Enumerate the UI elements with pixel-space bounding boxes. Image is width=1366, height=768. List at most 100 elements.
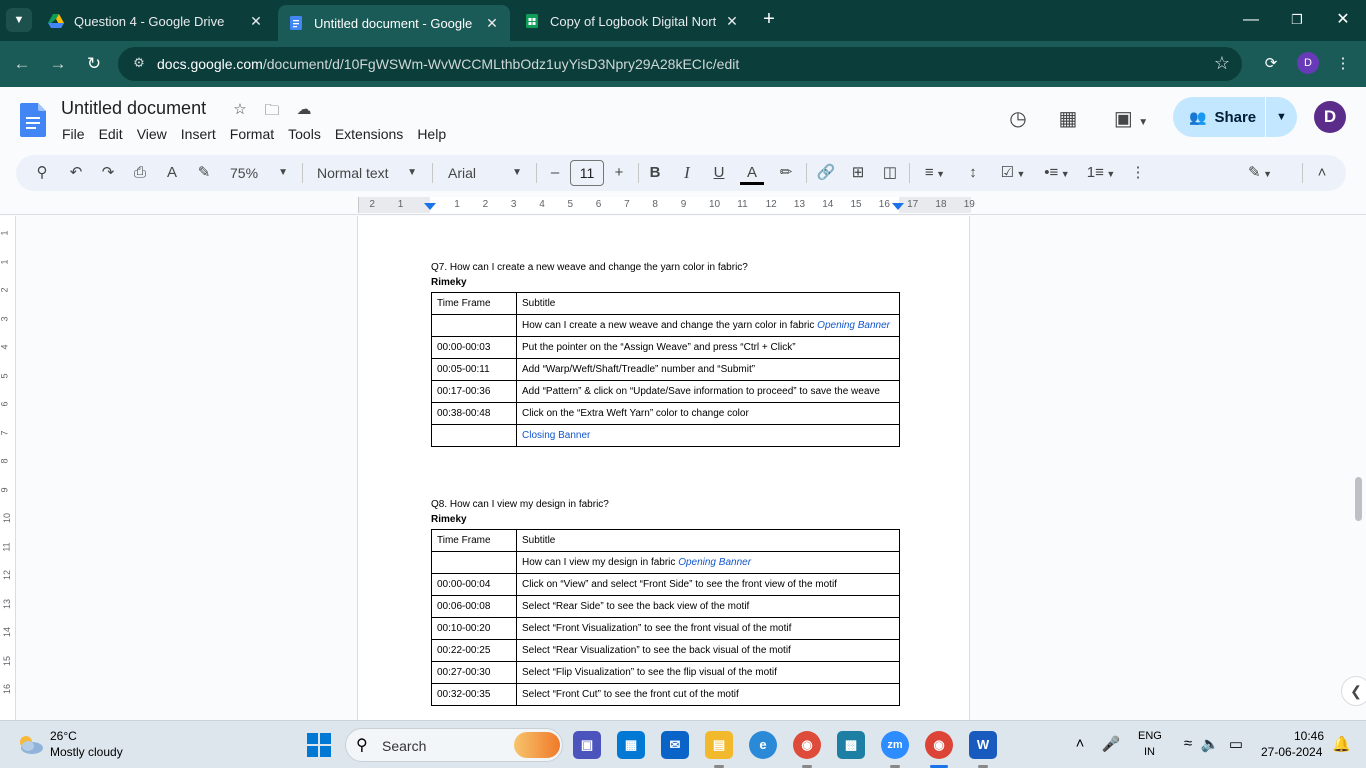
table-row[interactable]: 00:32-00:35 Select “Front Cut” to see th… — [431, 683, 900, 706]
chrome-profile-icon[interactable]: ◉ — [793, 731, 821, 759]
menu-format[interactable]: Format — [223, 124, 281, 144]
q8-question[interactable]: Q8. How can I view my design in fabric? — [431, 499, 609, 510]
chrome-active-icon[interactable]: ◉ — [925, 731, 953, 759]
site-info-icon[interactable]: ⚙ — [130, 55, 148, 73]
line-spacing-icon[interactable]: ↕ — [962, 161, 984, 185]
menu-help[interactable]: Help — [410, 124, 453, 144]
table-row[interactable]: Closing Banner — [431, 424, 900, 447]
weather-temperature[interactable]: 26°C — [50, 729, 77, 743]
spellcheck-icon[interactable]: A​ — [161, 161, 183, 185]
table-cell[interactable]: Closing Banner — [516, 424, 900, 447]
taskbar-search-box[interactable]: ⚲ Search — [345, 728, 563, 762]
comments-icon[interactable]: ▦ — [1054, 106, 1082, 132]
show-hidden-icons-chevron-icon[interactable]: ˄ — [1069, 735, 1091, 752]
table-row[interactable]: Time Frame Subtitle — [431, 292, 900, 315]
tab-google-drive[interactable]: Question 4 - Google Drive ✕ — [38, 5, 274, 37]
more-options-icon[interactable]: ⋮ — [1128, 161, 1148, 185]
version-history-icon[interactable]: ◷ — [1004, 106, 1032, 132]
browser-menu-icon[interactable]: ⋮ — [1331, 52, 1355, 76]
edge-browser-icon[interactable]: e — [749, 731, 777, 759]
vertical-scrollbar[interactable] — [1350, 216, 1366, 720]
document-canvas[interactable]: Q7. How can I create a new weave and cha… — [16, 216, 1350, 720]
battery-icon[interactable]: ▭ — [1225, 735, 1247, 753]
table-cell[interactable]: Put the pointer on the “Assign Weave” an… — [516, 336, 900, 359]
wifi-icon[interactable]: ≈ — [1177, 735, 1199, 752]
insert-link-icon[interactable]: 🔗 — [815, 161, 837, 185]
q7-subtitle-table[interactable]: Time Frame Subtitle How can I create a n… — [431, 292, 900, 447]
decrease-font-size-icon[interactable]: – — [545, 161, 565, 185]
close-icon[interactable]: ✕ — [724, 13, 740, 30]
table-cell[interactable]: 00:00-00:04 — [431, 573, 517, 596]
editing-mode-icon[interactable]: ✎ ▼ — [1240, 161, 1280, 185]
reload-icon[interactable]: ↻ — [81, 51, 107, 77]
table-cell[interactable]: Select “Rear Side” to see the back view … — [516, 595, 900, 618]
bold-icon[interactable]: B — [644, 161, 666, 185]
tab-search-chevron-icon[interactable]: ▼ — [6, 8, 32, 32]
windows-start-icon[interactable] — [307, 733, 331, 757]
menu-extensions[interactable]: Extensions — [328, 124, 410, 144]
q7-question[interactable]: Q7. How can I create a new weave and cha… — [431, 262, 748, 273]
table-row[interactable]: 00:38-00:48 Click on the “Extra Weft Yar… — [431, 402, 900, 425]
table-cell[interactable]: Add “Warp/Weft/Shaft/Treadle” number and… — [516, 358, 900, 381]
vertical-ruler[interactable]: 1 1 2 3 4 5 6 7 8 9 10 11 12 13 14 15 16 — [0, 216, 16, 720]
table-header-cell[interactable]: Time Frame — [431, 529, 517, 552]
move-folder-icon[interactable]: 🗀 — [262, 100, 282, 120]
side-panel-toggle-chevron-icon[interactable]: ❮ — [1341, 676, 1366, 706]
insert-image-icon[interactable]: ◫ — [879, 161, 901, 185]
table-row[interactable]: 00:17-00:36 Add “Pattern” & click on “Up… — [431, 380, 900, 403]
checklist-icon[interactable]: ☑ ▼ — [996, 161, 1030, 185]
table-cell[interactable]: Add “Pattern” & click on “Update/Save in… — [516, 380, 900, 403]
table-cell[interactable]: 00:38-00:48 — [431, 402, 517, 425]
document-page[interactable]: Q7. How can I create a new weave and cha… — [357, 216, 970, 720]
table-cell[interactable]: 00:06-00:08 — [431, 595, 517, 618]
table-header-cell[interactable]: Subtitle — [516, 292, 900, 315]
notification-bell-icon[interactable]: 🔔 — [1332, 735, 1351, 753]
word-icon[interactable]: W — [969, 731, 997, 759]
tab-untitled-document[interactable]: Untitled document - Google Do ✕ — [278, 5, 510, 41]
back-icon[interactable]: ← — [9, 51, 35, 77]
font-size-input[interactable]: 11 — [570, 160, 604, 186]
zoom-select[interactable]: 75% ▼ — [230, 161, 288, 185]
restore-icon[interactable]: ❐ — [1274, 6, 1320, 34]
table-cell[interactable]: 00:22-00:25 — [431, 639, 517, 662]
font-family-select[interactable]: Arial ▼ — [448, 161, 522, 185]
table-header-cell[interactable]: Subtitle — [516, 529, 900, 552]
table-cell[interactable]: 00:32-00:35 — [431, 683, 517, 706]
bulleted-list-icon[interactable]: •≡ ▼ — [1040, 161, 1074, 185]
highlight-color-icon[interactable]: ✏ — [775, 161, 797, 185]
search-menus-icon[interactable]: ⚲ — [31, 161, 53, 185]
teams-meet-icon[interactable]: ▣ — [573, 731, 601, 759]
numbered-list-icon[interactable]: 1≡ ▼ — [1084, 161, 1118, 185]
url-text[interactable]: docs.google.com/document/d/10FgWSWm-WvWC… — [157, 56, 739, 72]
cloud-weather-icon[interactable] — [16, 733, 44, 755]
clock-time[interactable]: 10:46 — [1294, 729, 1324, 743]
cloud-saved-icon[interactable]: ☁ — [294, 100, 314, 120]
menu-file[interactable]: File — [55, 124, 92, 144]
share-dropdown-icon[interactable]: ▼ — [1266, 111, 1297, 123]
browser-profile-avatar[interactable]: D — [1297, 52, 1319, 74]
new-tab-icon[interactable]: + — [758, 8, 780, 32]
table-header-cell[interactable]: Time Frame — [431, 292, 517, 315]
desktop-app-icon[interactable]: ▩ — [837, 731, 865, 759]
table-cell[interactable]: Select “Flip Visualization” to see the f… — [516, 661, 900, 684]
table-cell[interactable]: Click on the “Extra Weft Yarn” color to … — [516, 402, 900, 425]
hide-menus-chevron-up-icon[interactable]: ˄ — [1311, 161, 1333, 185]
table-row[interactable]: 00:27-00:30 Select “Flip Visualization” … — [431, 661, 900, 684]
text-color-icon[interactable]: A — [739, 161, 765, 185]
table-cell[interactable]: 00:17-00:36 — [431, 380, 517, 403]
table-cell[interactable]: Select “Rear Visualization” to see the b… — [516, 639, 900, 662]
table-cell[interactable]: 00:27-00:30 — [431, 661, 517, 684]
tab-logbook-sheet[interactable]: Copy of Logbook Digital North ✕ — [514, 5, 750, 37]
file-explorer-icon[interactable]: ▤ — [705, 731, 733, 759]
weather-description[interactable]: Mostly cloudy — [50, 745, 123, 759]
table-cell[interactable]: Click on “View” and select “Front Side” … — [516, 573, 900, 596]
table-cell[interactable]: Select “Front Visualization” to see the … — [516, 617, 900, 640]
table-row[interactable]: Time Frame Subtitle — [431, 529, 900, 552]
redo-icon[interactable]: ↷ — [97, 161, 119, 185]
table-cell[interactable]: How can I create a new weave and change … — [516, 314, 900, 337]
close-window-icon[interactable]: ✕ — [1320, 6, 1366, 34]
microsoft-store-icon[interactable]: ▦ — [617, 731, 645, 759]
increase-font-size-icon[interactable]: + — [609, 161, 629, 185]
input-region[interactable]: IN — [1144, 746, 1155, 758]
close-icon[interactable]: ✕ — [484, 15, 500, 32]
